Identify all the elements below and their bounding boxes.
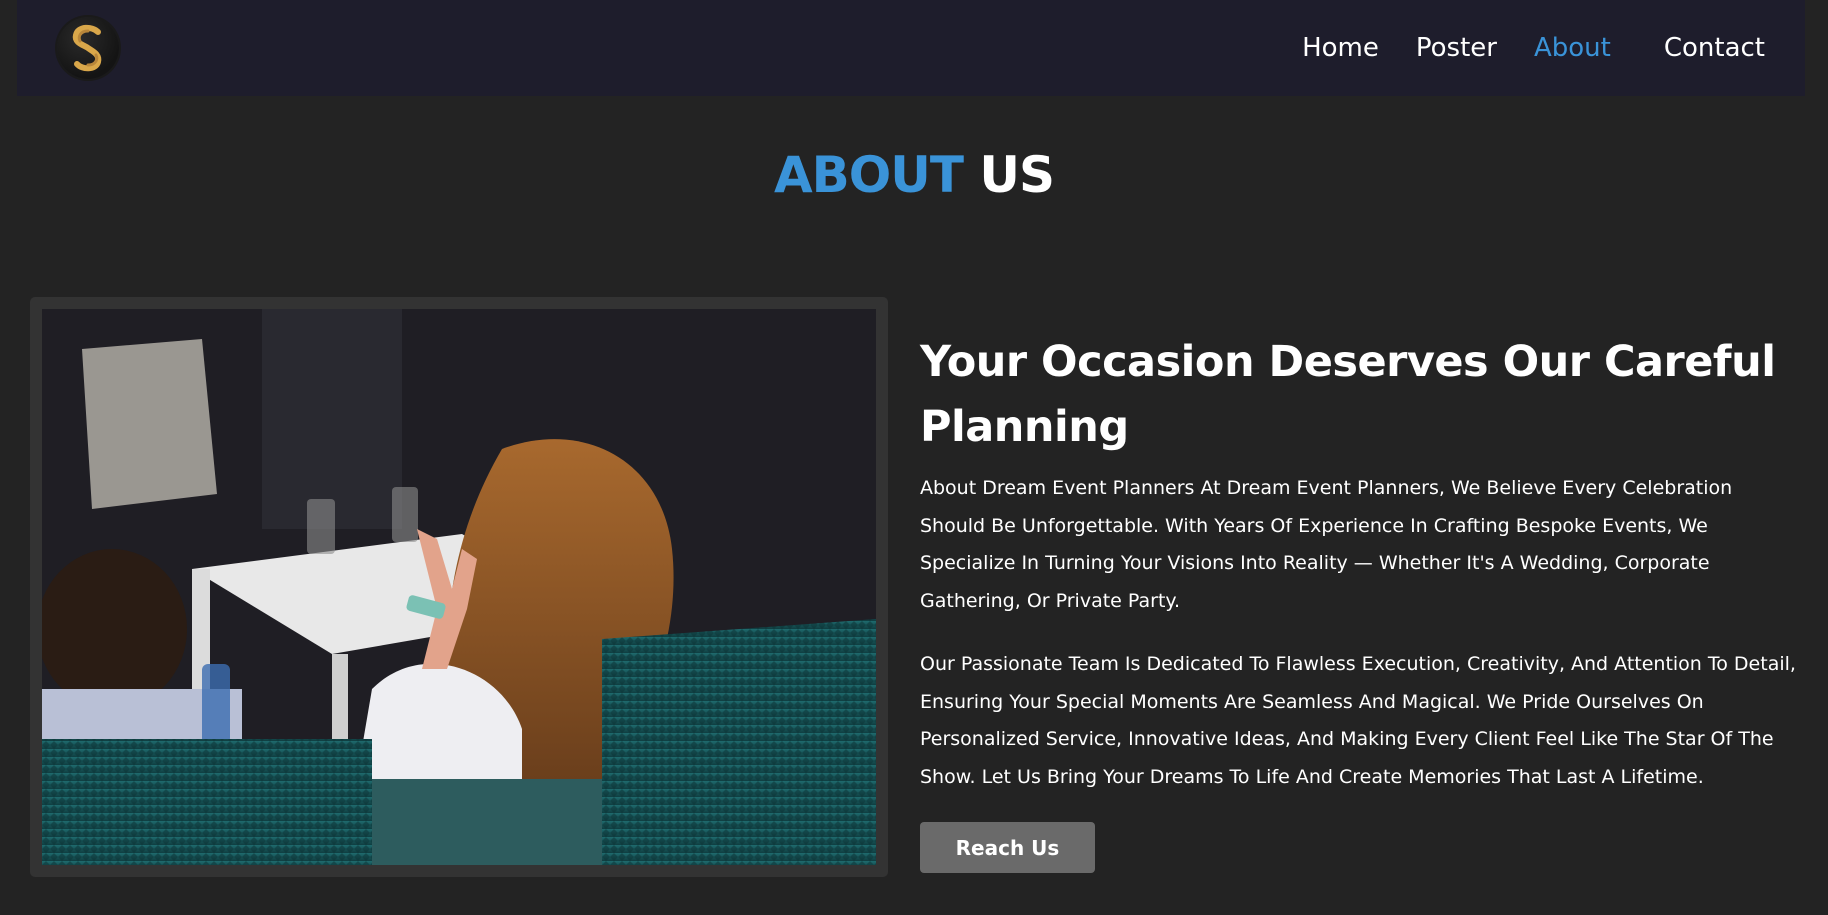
navbar: Home Poster About Contact bbox=[17, 0, 1805, 96]
event-audience-photo bbox=[42, 309, 876, 865]
event-photo-illustration bbox=[42, 309, 876, 865]
section-title-rest: US bbox=[979, 146, 1055, 204]
about-paragraph-2: Our Passionate Team Is Dedicated To Flaw… bbox=[920, 653, 1796, 788]
main-nav: Home Poster About Contact bbox=[1265, 33, 1765, 63]
section-title-accent: ABOUT bbox=[773, 146, 964, 204]
cs-monogram-logo-icon bbox=[72, 24, 102, 72]
about-heading: Your Occasion Deserves Our Careful Plann… bbox=[920, 337, 1776, 452]
nav-link-about[interactable]: About bbox=[1534, 33, 1611, 63]
about-paragraph-1: About Dream Event Planners At Dream Even… bbox=[920, 477, 1733, 612]
nav-link-home[interactable]: Home bbox=[1302, 33, 1379, 63]
section-title: ABOUT US bbox=[0, 146, 1828, 204]
reach-us-button[interactable]: Reach Us bbox=[920, 822, 1095, 873]
nav-link-contact[interactable]: Contact bbox=[1664, 33, 1765, 63]
about-image-frame bbox=[30, 297, 888, 877]
logo[interactable] bbox=[57, 17, 119, 79]
about-content: Your Occasion Deserves Our Careful Plann… bbox=[920, 330, 1800, 873]
nav-link-poster[interactable]: Poster bbox=[1416, 33, 1497, 63]
